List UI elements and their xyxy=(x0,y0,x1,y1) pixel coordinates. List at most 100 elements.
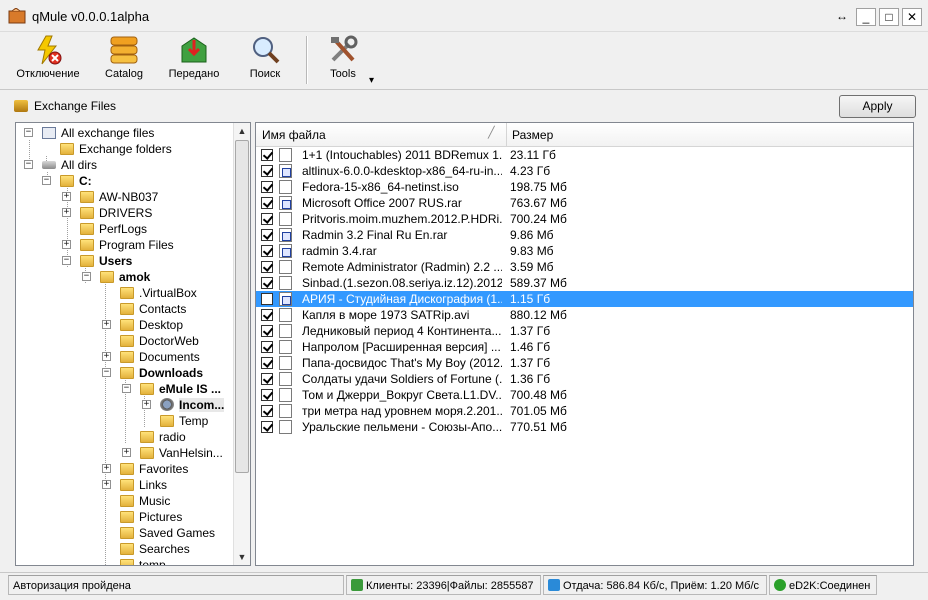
tools-dropdown-icon[interactable]: ▾ xyxy=(369,75,374,86)
table-row[interactable]: Напролом [Расширенная версия] ... 1.46 Гб xyxy=(256,339,913,355)
tree-expander-icon[interactable]: + xyxy=(102,352,111,361)
table-row[interactable]: Солдаты удачи Soldiers of Fortune (... 1.… xyxy=(256,371,913,387)
tree-expander-icon[interactable]: + xyxy=(102,480,111,489)
tree-expander-icon[interactable]: − xyxy=(82,272,91,281)
table-row[interactable]: Pritvoris.moim.muzhem.2012.P.HDRi... 700.… xyxy=(256,211,913,227)
table-row[interactable]: Fedora-15-x86_64-netinst.iso 198.75 Мб xyxy=(256,179,913,195)
tree-scrollbar[interactable]: ▲ ▼ xyxy=(233,123,250,565)
tree-expander-icon[interactable]: − xyxy=(24,128,33,137)
tree-node[interactable]: Program Files xyxy=(80,237,174,253)
tree-expander-icon[interactable]: − xyxy=(122,384,131,393)
tree-node[interactable]: Favorites xyxy=(120,461,188,477)
tree-node[interactable]: Pictures xyxy=(120,509,182,525)
tree-node[interactable]: Temp xyxy=(160,413,208,429)
tree-expander-icon[interactable]: + xyxy=(102,464,111,473)
column-size-header[interactable]: Размер xyxy=(506,123,913,147)
tree-node[interactable]: VanHelsin... xyxy=(140,445,223,461)
tools-icon xyxy=(331,35,358,62)
table-row[interactable]: Том и Джерри_Вокруг Света.L1.DV... 700.48… xyxy=(256,387,913,403)
transfers-button[interactable]: Передано xyxy=(162,34,226,88)
tree-node[interactable]: radio xyxy=(140,429,186,445)
tree-expander-icon[interactable]: + xyxy=(142,400,151,409)
maximize-button[interactable]: □ xyxy=(879,8,899,26)
tools-button[interactable]: Tools xyxy=(318,34,368,88)
row-checkbox[interactable] xyxy=(261,389,273,401)
table-row[interactable]: Капля в море 1973 SATRip.avi 880.12 Мб xyxy=(256,307,913,323)
tree-expander-icon[interactable]: − xyxy=(102,368,111,377)
apply-button[interactable]: Apply xyxy=(839,95,916,118)
table-row[interactable]: Уральские пельмени - Союзы-Апо... 770.51 … xyxy=(256,419,913,435)
table-row[interactable]: АРИЯ - Студийная Дискография (1... 1.15 Г… xyxy=(256,291,913,307)
table-row[interactable]: 1+1 (Intouchables) 2011 BDRemux 1... 23.1… xyxy=(256,147,913,163)
scroll-up-icon[interactable]: ▲ xyxy=(234,123,250,139)
resize-icon[interactable]: ↔ xyxy=(832,8,852,26)
tree-node[interactable]: DRIVERS xyxy=(80,205,152,221)
row-checkbox[interactable] xyxy=(261,405,273,417)
tree-node[interactable]: Downloads xyxy=(120,365,203,381)
tree-node[interactable]: C: xyxy=(60,173,92,189)
row-checkbox[interactable] xyxy=(261,245,273,257)
column-name-header[interactable]: Имя файла xyxy=(256,123,506,147)
tree-expander-icon[interactable]: − xyxy=(62,256,71,265)
tree-expander-icon[interactable]: + xyxy=(102,320,111,329)
row-checkbox[interactable] xyxy=(261,325,273,337)
tree-node[interactable]: eMule IS ... xyxy=(140,381,221,397)
tree-node[interactable]: Exchange folders xyxy=(60,141,172,157)
tree-node[interactable]: AW-NB037 xyxy=(80,189,158,205)
tree-node[interactable]: PerfLogs xyxy=(80,221,147,237)
tree-node[interactable]: Documents xyxy=(120,349,200,365)
tree-expander-icon[interactable]: − xyxy=(42,176,51,185)
table-row[interactable]: Папа-досвидос That's My Boy (2012... 1.37… xyxy=(256,355,913,371)
tree-expander-icon[interactable]: + xyxy=(62,208,71,217)
row-checkbox[interactable] xyxy=(261,309,273,321)
tree-node[interactable]: Contacts xyxy=(120,301,186,317)
scroll-thumb[interactable] xyxy=(235,140,249,473)
table-row[interactable]: Remote Administrator (Radmin) 2.2 ... 3.5… xyxy=(256,259,913,275)
tree-expander-icon[interactable]: + xyxy=(62,192,71,201)
file-list[interactable]: Имя файла ╱ Размер 1+1 (Intouchables) 20… xyxy=(255,122,914,566)
table-row[interactable]: Microsoft Office 2007 RUS.rar 763.67 Мб xyxy=(256,195,913,211)
table-row[interactable]: altlinux-6.0.0-kdesktop-x86_64-ru-in... 4… xyxy=(256,163,913,179)
catalog-button[interactable]: Catalog xyxy=(96,34,152,88)
tree-node[interactable]: temp xyxy=(120,557,166,565)
tree-node[interactable]: Desktop xyxy=(120,317,183,333)
tree-node[interactable]: amok xyxy=(100,269,150,285)
tree-node[interactable]: Links xyxy=(120,477,167,493)
tree-node[interactable]: All exchange files xyxy=(42,125,154,141)
tree-node[interactable]: DoctorWeb xyxy=(120,333,199,349)
row-checkbox[interactable] xyxy=(261,149,273,161)
row-checkbox[interactable] xyxy=(261,229,273,241)
row-checkbox[interactable] xyxy=(261,277,273,289)
tree-node[interactable]: All dirs xyxy=(42,157,97,173)
tree-node[interactable]: .VirtualBox xyxy=(120,285,197,301)
disconnect-button[interactable]: Отключение xyxy=(10,34,86,88)
row-checkbox[interactable] xyxy=(261,341,273,353)
close-button[interactable]: ✕ xyxy=(902,8,922,26)
row-checkbox[interactable] xyxy=(261,165,273,177)
tree-expander-icon[interactable]: − xyxy=(24,160,33,169)
table-row[interactable]: Sinbad.(1.sezon.08.seriya.iz.12).2012...… xyxy=(256,275,913,291)
table-row[interactable]: Ледниковый период 4 Континента... 1.37 Гб xyxy=(256,323,913,339)
row-checkbox[interactable] xyxy=(261,293,273,305)
minimize-button[interactable]: _ xyxy=(856,8,876,26)
table-row[interactable]: три метра над уровнем моря.2.201... 701.0… xyxy=(256,403,913,419)
scroll-down-icon[interactable]: ▼ xyxy=(234,549,250,565)
tree-node[interactable]: Incom... xyxy=(160,397,225,413)
folder-tree[interactable]: − All exchange files Exchange folders − All … xyxy=(15,122,251,566)
table-row[interactable]: radmin 3.4.rar 9.83 Мб xyxy=(256,243,913,259)
row-checkbox[interactable] xyxy=(261,181,273,193)
tree-node[interactable]: Users xyxy=(80,253,132,269)
row-checkbox[interactable] xyxy=(261,421,273,433)
tree-expander-icon[interactable]: + xyxy=(62,240,71,249)
search-button[interactable]: Поиск xyxy=(236,34,294,88)
table-row[interactable]: Radmin 3.2 Final Ru En.rar 9.86 Мб xyxy=(256,227,913,243)
row-checkbox[interactable] xyxy=(261,373,273,385)
row-checkbox[interactable] xyxy=(261,213,273,225)
tree-node[interactable]: Music xyxy=(120,493,170,509)
row-checkbox[interactable] xyxy=(261,357,273,369)
row-checkbox[interactable] xyxy=(261,197,273,209)
tree-node[interactable]: Saved Games xyxy=(120,525,215,541)
tree-node[interactable]: Searches xyxy=(120,541,190,557)
row-checkbox[interactable] xyxy=(261,261,273,273)
tree-expander-icon[interactable]: + xyxy=(122,448,131,457)
